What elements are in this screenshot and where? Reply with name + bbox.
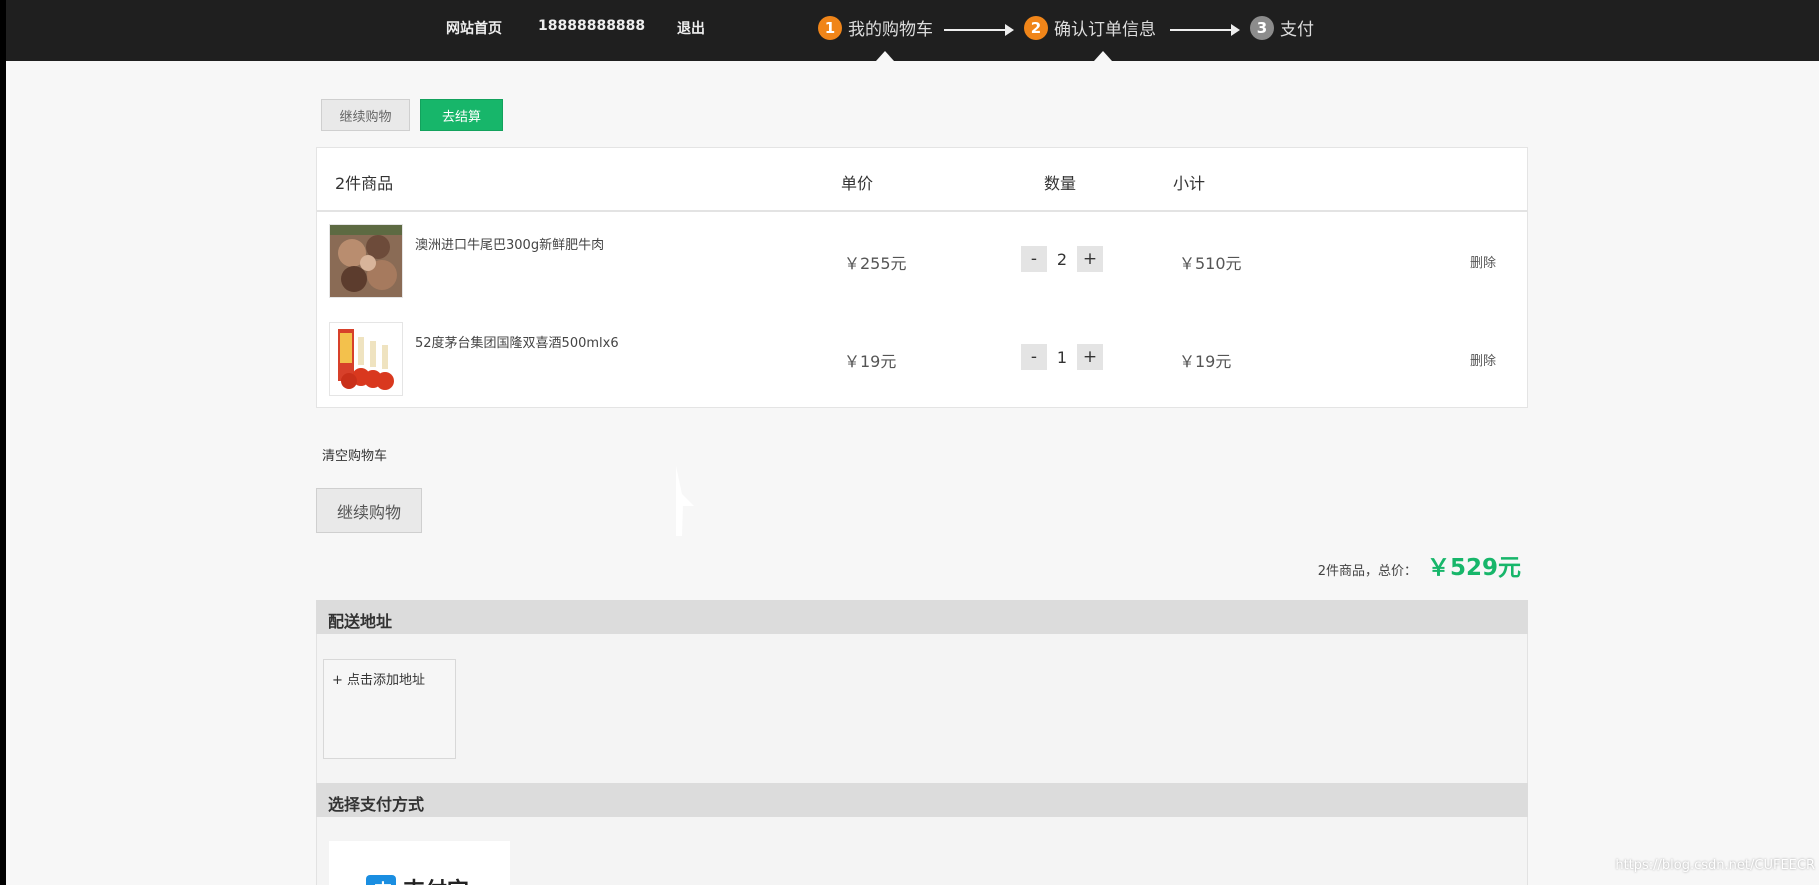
user-phone-link[interactable]: 18888888888 [538,18,645,34]
payment-section-title: 选择支付方式 [328,795,425,814]
quantity-stepper: - 1 + [1021,344,1103,370]
row-subtotal: ￥19元 [1179,352,1232,371]
add-address-card[interactable]: + 点击添加地址 [323,659,456,759]
cart-header-row: 2件商品 单价 数量 小计 [317,148,1527,212]
clear-cart-link[interactable]: 清空购物车 [322,445,387,464]
step-1-badge: 1 [818,15,842,40]
page: 网站首页 18888888888 退出 1 我的购物车 2 确认订单信息 3 支… [6,0,1819,885]
total-price: ￥529元 [1426,555,1521,581]
subtotal-header: 小计 [1173,174,1206,193]
product-name[interactable]: 澳洲进口牛尾巴300g新鲜肥牛肉 [415,234,604,253]
step-my-cart: 1 我的购物车 [818,15,933,40]
product-image[interactable] [329,322,403,396]
home-link[interactable]: 网站首页 [446,18,502,38]
delete-link[interactable]: 删除 [1470,252,1496,271]
cursor-icon [676,466,694,536]
payment-section: 支 支付宝 [316,817,1528,885]
add-address-label: + 点击添加地址 [332,673,426,688]
step-arrow-icon [944,24,1014,36]
step-2-label: 确认订单信息 [1054,20,1156,40]
unit-price: ￥255元 [844,254,907,273]
step-2-badge: 2 [1024,15,1048,40]
top-bar: 网站首页 18888888888 退出 1 我的购物车 2 确认订单信息 3 支… [6,0,1819,61]
items-count-header: 2件商品 [335,174,394,193]
address-section-header: 配送地址 [316,600,1528,634]
alipay-option[interactable]: 支 支付宝 [329,841,510,885]
order-summary: 2件商品，总价： ￥529元 [1318,548,1521,582]
checkout-button[interactable]: 去结算 [420,99,503,131]
table-row: 52度茅台集团国隆双喜酒500mlx6 ￥19元 - 1 + ￥19元 删除 [317,310,1527,408]
quantity-value[interactable]: 2 [1047,246,1077,272]
logout-link[interactable]: 退出 [677,18,705,38]
unit-price: ￥19元 [844,352,897,371]
summary-label: 2件商品，总价： [1317,564,1417,579]
decrease-button[interactable]: - [1021,344,1047,370]
step-arrow-icon [1170,24,1240,36]
step-3-badge: 3 [1250,15,1274,40]
step-caret-icon [1094,51,1112,61]
address-section: + 点击添加地址 [316,634,1528,783]
increase-button[interactable]: + [1077,246,1103,272]
increase-button[interactable]: + [1077,344,1103,370]
quantity-header: 数量 [1044,174,1077,193]
unit-price-header: 单价 [841,174,874,193]
table-row: 澳洲进口牛尾巴300g新鲜肥牛肉 ￥255元 - 2 + ￥510元 删除 [317,212,1527,310]
step-1-label: 我的购物车 [848,20,933,40]
continue-shopping-button[interactable]: 继续购物 [321,99,410,131]
step-pay: 3 支付 [1250,15,1314,40]
step-confirm-order: 2 确认订单信息 [1024,15,1156,40]
row-subtotal: ￥510元 [1179,254,1242,273]
address-section-title: 配送地址 [328,612,393,631]
decrease-button[interactable]: - [1021,246,1047,272]
payment-section-header: 选择支付方式 [316,783,1528,817]
product-name[interactable]: 52度茅台集团国隆双喜酒500mlx6 [415,332,619,351]
cart-table: 2件商品 单价 数量 小计 澳洲进口牛尾巴300g新鲜肥牛肉 ￥255元 - 2… [316,147,1528,408]
alipay-logo-icon: 支 [366,875,396,885]
alipay-label: 支付宝 [403,873,469,885]
watermark: https://blog.csdn.net/CUFEECR [1615,858,1815,873]
delete-link[interactable]: 删除 [1470,350,1496,369]
quantity-stepper: - 2 + [1021,246,1103,272]
step-3-label: 支付 [1280,20,1314,40]
product-image[interactable] [329,224,403,298]
step-caret-icon [876,51,894,61]
quantity-value[interactable]: 1 [1047,344,1077,370]
continue-shopping-button[interactable]: 继续购物 [316,488,422,533]
